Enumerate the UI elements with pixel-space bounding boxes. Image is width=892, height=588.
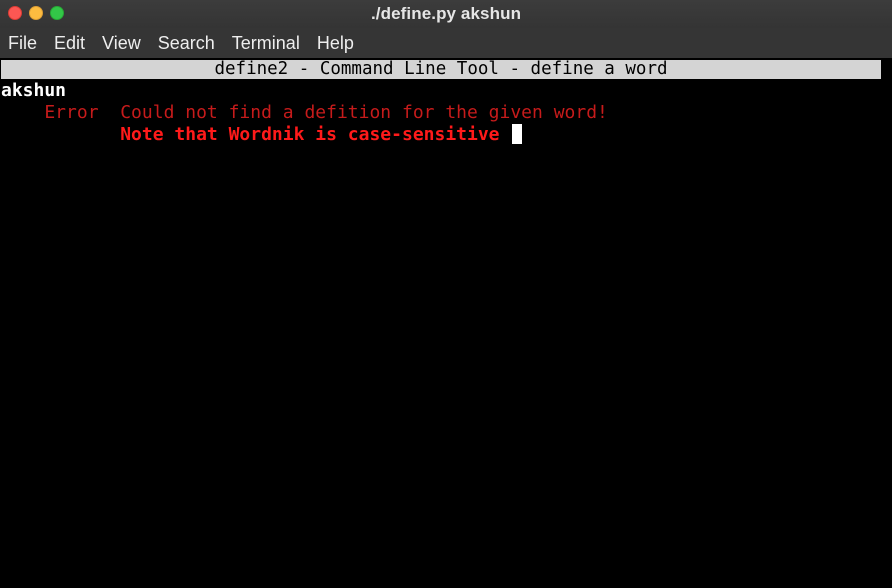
queried-word: akshun	[1, 80, 67, 101]
menu-file[interactable]: File	[8, 33, 37, 54]
note-indent	[1, 124, 120, 145]
text-cursor	[512, 124, 523, 144]
error-prefix: Error	[1, 102, 121, 123]
note-message: Note that Wordnik is case-sensitive	[120, 124, 500, 145]
menu-view[interactable]: View	[102, 33, 141, 54]
close-window-button[interactable]	[8, 6, 22, 20]
menu-terminal[interactable]: Terminal	[232, 33, 300, 54]
menu-edit[interactable]: Edit	[54, 33, 85, 54]
terminal-window: ./define.py akshun File Edit View Search…	[0, 0, 892, 588]
note-line: Note that Wordnik is case-sensitive	[1, 124, 523, 146]
maximize-window-button[interactable]	[50, 6, 64, 20]
scrollbar[interactable]	[882, 58, 892, 588]
error-line: Error Could not find a defition for the …	[1, 102, 608, 124]
title-bar[interactable]: ./define.py akshun	[0, 0, 892, 28]
menu-search[interactable]: Search	[158, 33, 215, 54]
menu-help[interactable]: Help	[317, 33, 354, 54]
window-title: ./define.py akshun	[370, 4, 522, 23]
terminal-output[interactable]: define2 - Command Line Tool - define a w…	[0, 58, 882, 588]
tool-header: define2 - Command Line Tool - define a w…	[1, 60, 881, 79]
menu-bar: File Edit View Search Terminal Help	[0, 28, 892, 58]
error-message: Could not find a defition for the given …	[120, 102, 608, 123]
minimize-window-button[interactable]	[29, 6, 43, 20]
